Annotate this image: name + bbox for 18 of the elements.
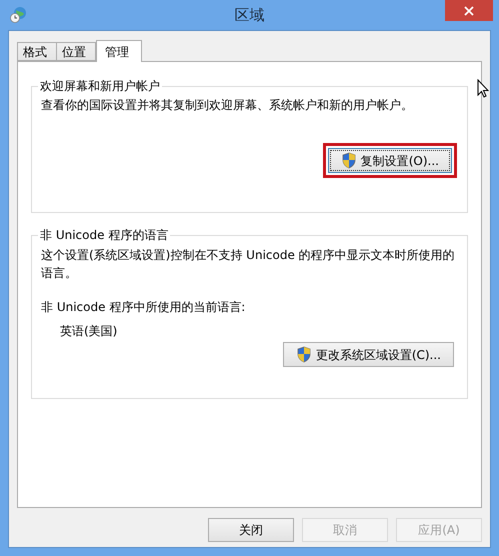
tab[interactable]: 管理 [96,40,142,62]
shield-icon [340,152,357,169]
description-text: 这个设置(系统区域设置)控制在不支持 Unicode 的程序中显示文本时所使用的语言。 [41,247,456,282]
current-language-value: 英语(美国) [60,323,118,340]
current-language-label: 非 Unicode 程序中所使用的当前语言: [41,299,246,316]
description-text: 查看你的国际设置并将其复制到欢迎屏幕、系统帐户和新的用户帐户。 [41,97,414,113]
shield-button[interactable]: 更改系统区域设置(C)... [282,342,454,367]
window-title: 区域 [234,4,264,26]
globe-icon [10,6,28,24]
group-title: 欢迎屏幕和新用户帐户 [38,78,162,94]
close-icon [464,6,474,16]
dialog-button[interactable]: 关闭 [208,518,294,542]
close-button[interactable] [445,0,493,21]
shield-button[interactable]: 复制设置(O)... [328,148,452,173]
tab[interactable]: 格式 [17,42,57,61]
tab[interactable]: 位置 [56,42,96,61]
shield-icon [296,346,312,363]
group-title: 非 Unicode 程序的语言 [38,227,170,243]
